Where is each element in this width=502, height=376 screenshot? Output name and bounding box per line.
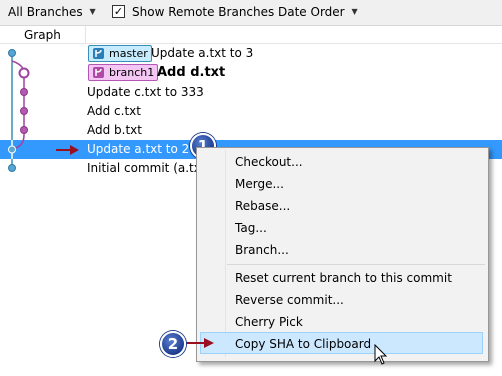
branches-dropdown[interactable]: All Branches ▼	[2, 3, 101, 21]
tag-label: master	[109, 47, 148, 60]
branches-dropdown-label: All Branches	[8, 5, 83, 19]
menu-item-label: Cherry Pick	[235, 315, 303, 329]
branch-tag-master[interactable]: master	[88, 45, 152, 62]
commit-graph	[8, 49, 30, 172]
chevron-down-icon: ▼	[351, 7, 358, 16]
commit-message: Update a.txt to 3	[151, 46, 254, 60]
menu-separator	[227, 264, 485, 265]
callout-2-badge: 2	[160, 331, 186, 357]
branch-tag-branch1[interactable]: branch1	[88, 64, 159, 81]
branch-icon	[93, 48, 104, 59]
pointer-arrow-icon	[186, 338, 214, 348]
menu-item-checkout[interactable]: Checkout...	[197, 151, 488, 173]
tag-label: branch1	[109, 66, 155, 79]
order-dropdown-label: Date Order	[278, 5, 345, 19]
menu-item-reverse-commit[interactable]: Reverse commit...	[197, 289, 488, 311]
commit-message: Update a.txt to 2	[87, 142, 190, 156]
pointer-arrow-icon	[56, 145, 79, 155]
menu-item-branch[interactable]: Branch...	[197, 239, 488, 261]
menu-item-label: Tag...	[235, 221, 267, 235]
menu-item-reset[interactable]: Reset current branch to this commit	[197, 267, 488, 289]
menu-item-copy-sha[interactable]: Copy SHA to Clipboard	[200, 332, 483, 354]
menu-item-cherry-pick[interactable]: Cherry Pick	[197, 311, 488, 333]
commit-message: Initial commit (a.txt	[87, 161, 206, 175]
menu-item-merge[interactable]: Merge...	[197, 173, 488, 195]
chevron-down-icon: ▼	[89, 7, 96, 16]
menu-item-label: Reset current branch to this commit	[235, 271, 452, 285]
mouse-cursor-icon	[374, 344, 388, 365]
graph-column-header[interactable]: Graph	[0, 26, 502, 44]
column-separator[interactable]	[85, 26, 86, 43]
graph-header-label: Graph	[24, 28, 61, 42]
menu-item-tag[interactable]: Tag...	[197, 217, 488, 239]
order-dropdown[interactable]: Date Order ▼	[272, 3, 363, 21]
menu-item-label: Copy SHA to Clipboard	[235, 337, 372, 351]
branch-icon	[93, 67, 104, 78]
show-remote-checkbox[interactable]: ✓	[112, 5, 125, 18]
menu-item-label: Checkout...	[235, 155, 303, 169]
menu-item-label: Rebase...	[235, 199, 291, 213]
context-menu: Checkout... Merge... Rebase... Tag... Br…	[196, 147, 489, 362]
menu-item-label: Branch...	[235, 243, 289, 257]
toolbar: All Branches ▼ ✓ Show Remote Branches Da…	[0, 0, 502, 26]
menu-item-rebase[interactable]: Rebase...	[197, 195, 488, 217]
commit-message: Update c.txt to 333	[87, 85, 204, 99]
menu-item-label: Reverse commit...	[235, 293, 344, 307]
show-remote-label: Show Remote Branches	[132, 5, 275, 19]
menu-item-label: Merge...	[235, 177, 284, 191]
commit-message: Add b.txt	[87, 123, 142, 137]
commit-message: Add c.txt	[87, 104, 141, 118]
commit-message: Add d.txt	[157, 65, 226, 80]
